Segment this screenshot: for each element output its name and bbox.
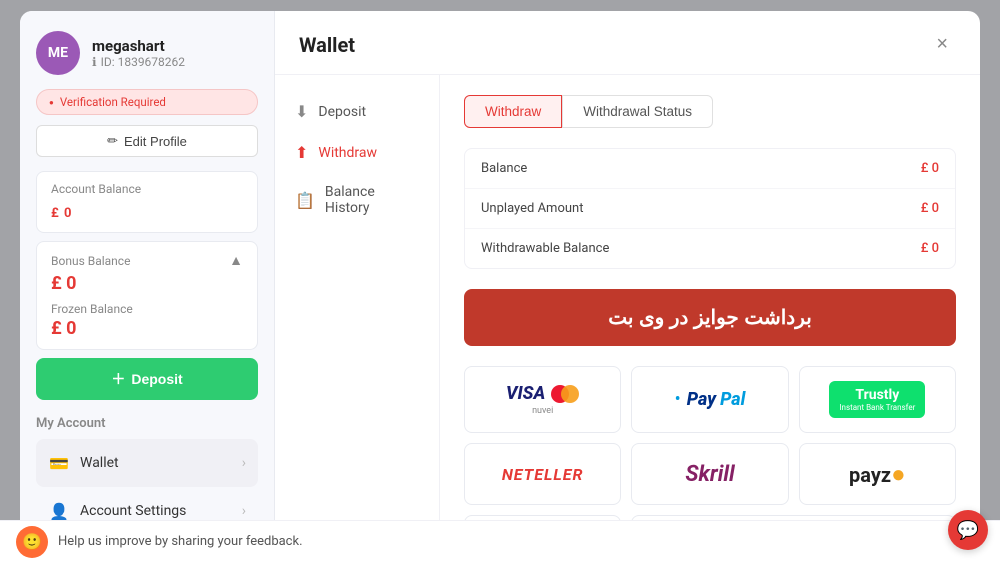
payment-card-payz[interactable]: payz● bbox=[799, 443, 956, 505]
deposit-icon: ⬇ bbox=[295, 102, 308, 121]
chat-button[interactable]: 💬 bbox=[948, 510, 988, 550]
payment-card-paypal[interactable]: • PayPal bbox=[631, 366, 788, 433]
payment-card-trustly[interactable]: Trustly Instant Bank Transfer bbox=[799, 366, 956, 433]
balance-history-icon: 📋 bbox=[295, 191, 315, 210]
tab-row: Withdraw Withdrawal Status bbox=[464, 95, 956, 128]
chevron-up-icon: ▲ bbox=[229, 252, 243, 269]
bonus-balance-label: Bonus Balance bbox=[51, 254, 130, 268]
paypal-logo: • PayPal bbox=[675, 389, 746, 410]
edit-profile-button[interactable]: ✏ Edit Profile bbox=[36, 125, 258, 157]
withdraw-nav-label: Withdraw bbox=[318, 145, 377, 161]
balance-row-balance: Balance £ 0 bbox=[465, 149, 955, 189]
panel-nav: ⬇ Deposit ⬆ Withdraw 📋 Balance History bbox=[275, 75, 440, 551]
balance-history-nav-label: Balance History bbox=[325, 184, 419, 216]
nav-item-withdraw[interactable]: ⬆ Withdraw bbox=[275, 132, 439, 173]
close-button[interactable]: × bbox=[928, 29, 956, 60]
balance-info-table: Balance £ 0 Unplayed Amount £ 0 Withdraw… bbox=[464, 148, 956, 269]
username: megashart bbox=[92, 37, 185, 55]
feedback-text: Help us improve by sharing your feedback… bbox=[58, 534, 303, 549]
promo-banner: برداشت جوایز در وی بت bbox=[464, 289, 956, 346]
nav-item-deposit[interactable]: ⬇ Deposit bbox=[275, 91, 439, 132]
balance-row-unplayed: Unplayed Amount £ 0 bbox=[465, 189, 955, 229]
edit-icon: ✏ bbox=[107, 133, 118, 149]
chevron-right-icon: › bbox=[242, 455, 246, 471]
account-settings-icon: 👤 bbox=[48, 500, 70, 522]
nuvei-sub-text: nuvei bbox=[532, 406, 553, 416]
plus-icon: ＋ bbox=[111, 369, 125, 389]
unplayed-label: Unplayed Amount bbox=[481, 201, 583, 216]
withdrawable-label: Withdrawable Balance bbox=[481, 241, 609, 256]
nav-item-balance-history[interactable]: 📋 Balance History bbox=[275, 173, 439, 227]
user-info: megashart ℹ ID: 1839678262 bbox=[92, 37, 185, 69]
sidebar-item-wallet[interactable]: 💳 Wallet › bbox=[36, 439, 258, 487]
bonus-balance-amount: £ 0 bbox=[51, 273, 243, 294]
panel-body: Withdraw Withdrawal Status Balance £ 0 U… bbox=[440, 75, 980, 551]
frozen-balance-label: Frozen Balance bbox=[51, 302, 243, 316]
account-settings-label: Account Settings bbox=[80, 503, 186, 519]
info-icon: ℹ bbox=[92, 55, 97, 69]
balance-row-label: Balance bbox=[481, 161, 527, 176]
user-id: ℹ ID: 1839678262 bbox=[92, 55, 185, 69]
skrill-logo: Skrill bbox=[685, 462, 734, 487]
chevron-right-icon-2: › bbox=[242, 503, 246, 519]
deposit-nav-label: Deposit bbox=[318, 104, 366, 120]
account-balance-amount: £ 0 bbox=[51, 198, 243, 222]
trustly-logo: Trustly Instant Bank Transfer bbox=[829, 381, 925, 418]
avatar: ME bbox=[36, 31, 80, 75]
my-account-label: My Account bbox=[36, 416, 258, 431]
tab-withdraw[interactable]: Withdraw bbox=[464, 95, 562, 128]
unplayed-value: £ 0 bbox=[921, 201, 939, 216]
mastercard-logo bbox=[551, 385, 579, 403]
panel-header: Wallet × bbox=[275, 11, 980, 75]
panel-content-area: ⬇ Deposit ⬆ Withdraw 📋 Balance History bbox=[275, 75, 980, 551]
withdrawable-value: £ 0 bbox=[921, 241, 939, 256]
payz-logo: payz● bbox=[849, 460, 906, 489]
feedback-bar: 🙂 Help us improve by sharing your feedba… bbox=[0, 520, 1000, 562]
user-section: ME megashart ℹ ID: 1839678262 bbox=[36, 31, 258, 75]
promo-text: برداشت جوایز در وی بت bbox=[608, 305, 812, 330]
currency-symbol: £ bbox=[51, 206, 62, 221]
main-panel: Wallet × ⬇ Deposit ⬆ Withdraw 📋 bbox=[275, 11, 980, 551]
main-modal: ME megashart ℹ ID: 1839678262 Verificati… bbox=[20, 11, 980, 551]
visa-logo: VISA bbox=[506, 383, 545, 404]
panel-title: Wallet bbox=[299, 33, 355, 57]
withdraw-icon: ⬆ bbox=[295, 143, 308, 162]
deposit-button[interactable]: ＋ Deposit bbox=[36, 358, 258, 400]
tab-withdrawal-status[interactable]: Withdrawal Status bbox=[562, 95, 713, 128]
balance-row-withdrawable: Withdrawable Balance £ 0 bbox=[465, 229, 955, 268]
account-balance-label: Account Balance bbox=[51, 182, 243, 196]
wallet-icon: 💳 bbox=[48, 452, 70, 474]
modal-overlay: ME megashart ℹ ID: 1839678262 Verificati… bbox=[0, 0, 1000, 562]
payment-card-visa[interactable]: VISA nuvei bbox=[464, 366, 621, 433]
feedback-icon: 🙂 bbox=[16, 526, 48, 558]
frozen-balance-amount: £ 0 bbox=[51, 318, 243, 339]
neteller-logo: NETELLER bbox=[502, 465, 584, 484]
payment-card-neteller[interactable]: NETELLER bbox=[464, 443, 621, 505]
sidebar: ME megashart ℹ ID: 1839678262 Verificati… bbox=[20, 11, 275, 551]
wallet-label: Wallet bbox=[80, 455, 119, 471]
payment-card-skrill[interactable]: Skrill bbox=[631, 443, 788, 505]
account-balance-card: Account Balance £ 0 bbox=[36, 171, 258, 233]
balance-row-value: £ 0 bbox=[921, 161, 939, 176]
bonus-card: Bonus Balance ▲ £ 0 Frozen Balance £ 0 bbox=[36, 241, 258, 350]
verification-badge: Verification Required bbox=[36, 89, 258, 115]
